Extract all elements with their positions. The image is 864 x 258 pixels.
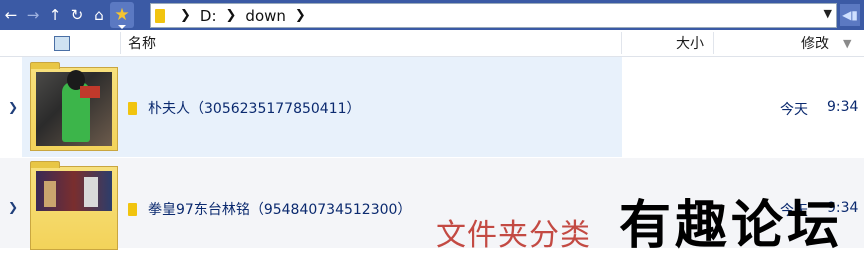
folder-icon: [128, 202, 137, 216]
preview-fighter: [44, 181, 56, 207]
preview-box: [80, 86, 100, 98]
folder-preview-image: [36, 171, 112, 211]
watermark-caption: 文件夹分类: [436, 218, 591, 253]
folder-tab: [30, 62, 60, 69]
column-header: 名称 大小 修改 ▼: [0, 30, 864, 57]
back-icon[interactable]: ←: [0, 3, 22, 27]
file-name[interactable]: 朴夫人（3056235177850411）: [128, 98, 361, 118]
column-divider[interactable]: [621, 32, 622, 54]
breadcrumb-drive[interactable]: D:: [200, 7, 217, 25]
modified-date: 今天: [780, 102, 808, 118]
forward-icon[interactable]: →: [22, 3, 44, 27]
folder-icon: [155, 8, 165, 23]
preview-fighter: [84, 177, 98, 207]
folder-thumbnail[interactable]: [30, 62, 118, 151]
column-name[interactable]: 名称: [128, 30, 156, 56]
sort-desc-icon[interactable]: ▼: [843, 30, 851, 56]
refresh-icon[interactable]: ↻: [66, 3, 88, 27]
file-name[interactable]: 拳皇97东台林铭（954840734512300）: [128, 199, 411, 219]
address-bar[interactable]: ❯ D: ❯ down ❯ ▼: [150, 3, 837, 28]
file-name-label: 拳皇97东台林铭（954840734512300）: [148, 202, 412, 218]
expand-chevron-icon[interactable]: ❯: [8, 200, 18, 214]
expand-chevron-icon[interactable]: ❯: [8, 100, 18, 114]
folder-icon: [128, 101, 137, 115]
chevron-down-icon: [118, 25, 126, 29]
list-item[interactable]: ❯ 朴夫人（3056235177850411） 今天 9:34: [0, 57, 864, 157]
folder-thumbnail[interactable]: [30, 161, 118, 250]
home-icon[interactable]: ⌂: [88, 3, 110, 27]
dropdown-arrow-icon[interactable]: ▼: [824, 7, 832, 20]
thumbnail-view-icon[interactable]: [54, 36, 70, 51]
chevron-right-icon[interactable]: ❯: [226, 8, 237, 23]
chevron-right-icon[interactable]: ❯: [180, 8, 191, 23]
modified-time: 9:34: [827, 99, 859, 115]
chevron-right-icon[interactable]: ❯: [295, 8, 306, 23]
folder-preview-image: [36, 70, 112, 146]
folder-tab: [30, 161, 60, 168]
up-icon[interactable]: ↑: [44, 3, 66, 27]
favorite-star-icon[interactable]: ★: [110, 2, 134, 29]
collapse-panel-icon[interactable]: ◀▮: [840, 4, 860, 26]
column-divider[interactable]: [713, 32, 714, 54]
toolbar: ← → ↑ ↻ ⌂ ★ ❯ D: ❯ down ❯ ▼ ◀▮: [0, 0, 864, 30]
column-divider[interactable]: [120, 32, 121, 54]
watermark-logo: 有趣论坛: [619, 195, 844, 256]
breadcrumb-folder[interactable]: down: [245, 7, 285, 25]
column-modified[interactable]: 修改: [801, 30, 829, 56]
file-name-label: 朴夫人（3056235177850411）: [148, 101, 361, 117]
column-size[interactable]: 大小: [676, 30, 704, 56]
